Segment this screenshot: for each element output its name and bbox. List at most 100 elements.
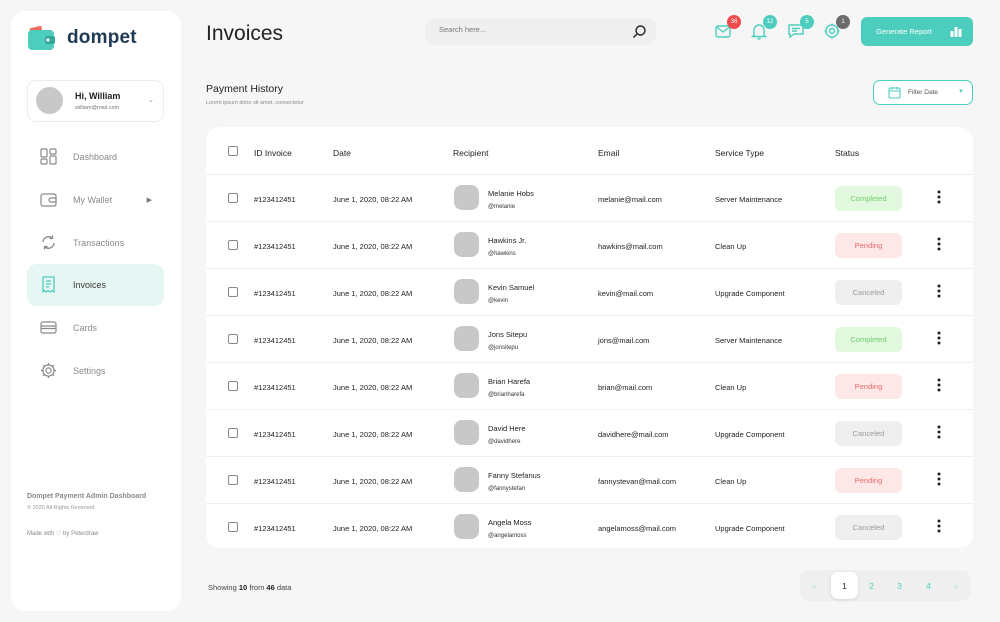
invoice-id: #123412451 <box>254 195 296 204</box>
avatar <box>454 279 479 304</box>
row-checkbox[interactable] <box>228 334 238 344</box>
invoice-date: June 1, 2020, 08:22 AM <box>333 336 413 345</box>
more-options-icon[interactable] <box>937 425 941 439</box>
next-page-button[interactable]: » <box>943 572 970 599</box>
avatar <box>454 232 479 257</box>
sidebar-item-dashboard[interactable]: Dashboard <box>27 136 164 178</box>
sidebar-footer-credit: Made with ♡ by Peterdraw <box>27 531 99 537</box>
table-row[interactable]: #123412451 June 1, 2020, 08:22 AM Melanie … <box>206 175 973 222</box>
notification-badge: 12 <box>763 15 777 29</box>
gear-icon <box>41 362 56 378</box>
column-header[interactable]: Recipient <box>453 148 488 158</box>
refresh-icon <box>42 235 55 250</box>
page-2-button[interactable]: 2 <box>858 572 885 599</box>
page-4-button[interactable]: 4 <box>915 572 942 599</box>
search-icon[interactable] <box>632 24 647 39</box>
invoice-id: #123412451 <box>254 242 296 251</box>
filter-date-dropdown[interactable]: Filter Date ▼ <box>873 80 973 105</box>
recipient-handle: @jonsitepu <box>488 345 519 351</box>
column-header[interactable]: Status <box>835 148 859 158</box>
status-badge: Completed <box>835 186 902 211</box>
receipt-icon <box>42 276 55 294</box>
total-count: 46 <box>266 583 275 592</box>
recipient-name: Brian Harefa <box>488 377 531 386</box>
sidebar-footer-title: Dompet Payment Admin Dashboard <box>27 493 147 500</box>
showing-prefix: Showing <box>208 583 237 592</box>
status-badge: Canceled <box>835 280 902 305</box>
service-type: Upgrade Component <box>715 430 785 439</box>
more-options-icon[interactable] <box>937 284 941 298</box>
table-row[interactable]: #123412451 June 1, 2020, 08:22 AM Fanny St… <box>206 457 973 504</box>
user-profile-dropdown[interactable]: Hi, William william@mail.com ⌄ <box>27 80 164 122</box>
messages-button[interactable]: 5 <box>787 15 814 40</box>
row-checkbox[interactable] <box>228 428 238 438</box>
invoice-id: #123412451 <box>254 289 296 298</box>
table-row[interactable]: #123412451 June 1, 2020, 08:22 AM David He… <box>206 410 973 457</box>
more-options-icon[interactable] <box>937 237 941 251</box>
section-subtitle: Lorem ipsum dolor sit amet, consectetur <box>206 100 304 106</box>
notifications-button[interactable]: 12 <box>750 15 777 40</box>
table-row[interactable]: #123412451 June 1, 2020, 08:22 AM Jons Sit… <box>206 316 973 363</box>
sidebar-item-settings[interactable]: Settings <box>27 350 164 392</box>
more-options-icon[interactable] <box>937 472 941 486</box>
sidebar-item-cards[interactable]: Cards <box>27 307 164 349</box>
page-1-button[interactable]: 1 <box>831 572 858 599</box>
table-row[interactable]: #123412451 June 1, 2020, 08:22 AM Kevin Sa… <box>206 269 973 316</box>
column-header[interactable]: Date <box>333 148 351 158</box>
row-checkbox[interactable] <box>228 522 238 532</box>
status-badge: Canceled <box>835 515 902 540</box>
sidebar-item-transactions[interactable]: Transactions <box>27 222 164 264</box>
sidebar-nav: Dashboard My Wallet ▶ Transactions Invoi… <box>27 136 164 393</box>
previous-page-button[interactable]: « <box>801 572 828 599</box>
table-row[interactable]: #123412451 June 1, 2020, 08:22 AM Hawkins … <box>206 222 973 269</box>
messages-badge: 5 <box>800 15 814 29</box>
search-input[interactable] <box>439 25 619 34</box>
header-settings-button[interactable]: 1 <box>823 15 850 40</box>
more-options-icon[interactable] <box>937 519 941 533</box>
recipient-email: angelamoss@mail.com <box>598 524 677 533</box>
status-badge: Canceled <box>835 421 902 446</box>
page-3-button[interactable]: 3 <box>886 572 913 599</box>
more-options-icon[interactable] <box>937 378 941 392</box>
recipient-handle: @hawkins <box>488 251 516 257</box>
row-checkbox[interactable] <box>228 475 238 485</box>
more-options-icon[interactable] <box>937 190 941 204</box>
row-checkbox[interactable] <box>228 240 238 250</box>
table-row[interactable]: #123412451 June 1, 2020, 08:22 AM Angela M… <box>206 504 973 551</box>
service-type: Upgrade Component <box>715 289 785 298</box>
table-header: ID Invoice Date Recipient Email Service … <box>206 127 973 175</box>
invoice-table: ID Invoice Date Recipient Email Service … <box>206 127 973 548</box>
user-name: Hi, William <box>75 91 121 101</box>
wallet-icon <box>40 193 57 207</box>
row-checkbox[interactable] <box>228 287 238 297</box>
column-header[interactable]: Service Type <box>715 148 764 158</box>
invoice-date: June 1, 2020, 08:22 AM <box>333 477 413 486</box>
invoice-id: #123412451 <box>254 524 296 533</box>
section-title: Payment History <box>206 83 284 95</box>
recipient-name: Melanie Hobs <box>488 189 534 198</box>
row-checkbox[interactable] <box>228 381 238 391</box>
table-row[interactable]: #123412451 June 1, 2020, 08:22 AM Brian Ha… <box>206 363 973 410</box>
sidebar-item-label: Settings <box>73 365 106 376</box>
invoice-date: June 1, 2020, 08:22 AM <box>333 383 413 392</box>
brand-logo[interactable]: dompet <box>28 25 137 51</box>
select-all-checkbox[interactable] <box>228 146 238 156</box>
settings-badge: 1 <box>836 15 850 29</box>
recipient-handle: @kevin <box>488 298 509 304</box>
shown-count: 10 <box>238 583 248 592</box>
column-header[interactable]: Email <box>598 148 619 158</box>
status-badge: Completed <box>835 327 902 352</box>
recipient-handle: @angelamoss <box>488 533 527 539</box>
more-options-icon[interactable] <box>937 331 941 345</box>
row-checkbox[interactable] <box>228 193 238 203</box>
invoice-date: June 1, 2020, 08:22 AM <box>333 524 413 533</box>
sidebar-item-invoices[interactable]: Invoices <box>27 264 164 307</box>
mail-button[interactable]: 36 <box>714 15 741 40</box>
search-bar <box>425 18 656 45</box>
column-header[interactable]: ID Invoice <box>254 148 292 158</box>
generate-report-button[interactable]: Generate Report <box>861 17 973 46</box>
recipient-email: jons@mail.com <box>598 336 650 345</box>
invoice-date: June 1, 2020, 08:22 AM <box>333 289 413 298</box>
wallet-logo-icon <box>28 25 55 51</box>
sidebar-item-my-wallet[interactable]: My Wallet ▶ <box>27 179 164 221</box>
